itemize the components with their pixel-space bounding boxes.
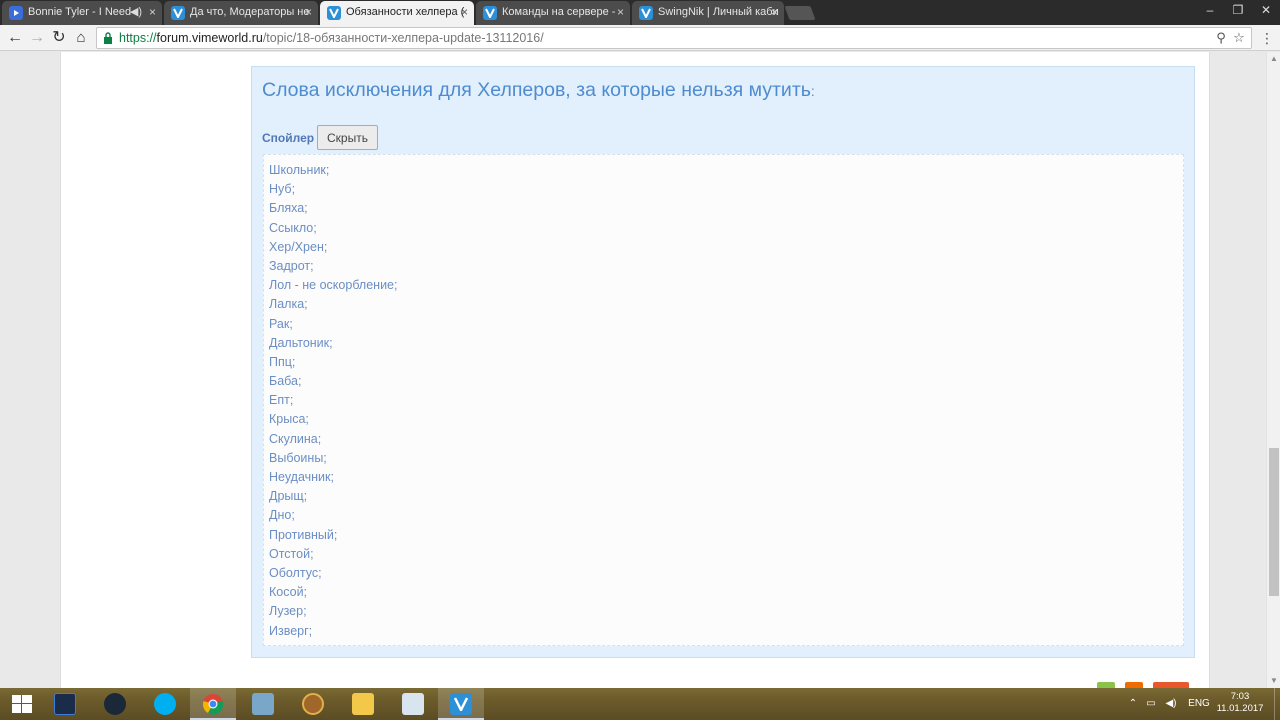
list-item: Дальтоник; xyxy=(269,335,333,350)
forward-arrow-icon[interactable]: → xyxy=(26,27,48,49)
clock-time: 7:03 xyxy=(1230,691,1250,702)
language-indicator[interactable]: ENG xyxy=(1186,688,1212,720)
vimeworld-icon xyxy=(483,6,497,20)
reload-icon[interactable]: ↻ xyxy=(48,27,70,49)
spoiler-label: Спойлер xyxy=(262,131,315,145)
scroll-down-icon[interactable]: ▼ xyxy=(1267,674,1280,688)
clock-date: 11.01.2017 xyxy=(1216,703,1264,714)
post-content-box: Слова исключения для Хелперов, за которы… xyxy=(251,66,1195,658)
hearthstone-icon[interactable] xyxy=(290,688,336,720)
close-icon[interactable]: × xyxy=(771,1,778,24)
back-arrow-icon[interactable]: ← xyxy=(4,27,26,49)
system-clock[interactable]: 7:03 11.01.2017 xyxy=(1214,691,1266,715)
spoiler-hide-button[interactable]: Скрыть xyxy=(317,125,378,150)
list-item: Школьник; xyxy=(269,163,330,177)
list-item: Лузер; xyxy=(269,604,307,619)
file-explorer-icon[interactable] xyxy=(340,688,386,720)
tab-title: SwingNik | Личный каби xyxy=(658,6,779,18)
list-item: Епт; xyxy=(269,393,294,408)
scrollbar-thumb[interactable] xyxy=(1269,448,1279,596)
new-tab-button[interactable] xyxy=(784,6,816,20)
browser-toolbar: ← → ↻ ⌂ https://forum.vimeworld.ru/topic… xyxy=(0,25,1280,51)
lock-icon xyxy=(104,32,112,44)
vimeworld-icon xyxy=(327,6,341,20)
list-item: Выбоины; xyxy=(269,450,327,465)
list-item: Скулина; xyxy=(269,431,322,446)
list-item: Изверг; xyxy=(269,623,313,638)
list-item: Баба; xyxy=(269,374,302,389)
vimeworld-icon xyxy=(171,6,185,20)
tab-title: Обязанности хелпера ( xyxy=(346,6,465,18)
tab-title: Команды на сервере - xyxy=(502,6,616,18)
list-item: Ппц; xyxy=(269,354,296,369)
address-bar[interactable]: https://forum.vimeworld.ru/topic/18-обяз… xyxy=(96,27,1252,49)
page-viewport: Слова исключения для Хелперов, за которы… xyxy=(0,52,1266,688)
list-item: Отстой; xyxy=(269,546,314,561)
battlenet-icon[interactable] xyxy=(42,688,88,720)
audio-icon[interactable]: ◀) xyxy=(130,1,142,24)
list-item: Крыса; xyxy=(269,412,309,427)
maximize-icon[interactable]: ❐ xyxy=(1224,0,1252,25)
window-close-icon[interactable]: ✕ xyxy=(1252,0,1280,25)
youtube-icon xyxy=(9,6,23,20)
skype-icon[interactable] xyxy=(142,688,188,720)
spoiler-content: Школьник; Нуб; Бляха; Ссыкло; Хер/Хрен; Задро… xyxy=(263,154,1184,646)
list-item: Рак; xyxy=(269,316,293,331)
close-icon[interactable]: × xyxy=(461,1,468,24)
tab-server-commands[interactable]: Команды на сервере - × xyxy=(476,1,630,25)
list-item: Нуб; xyxy=(269,182,296,197)
word-list: Школьник; Нуб; Бляха; Ссыкло; Хер/Хрен; Задро… xyxy=(269,161,1178,641)
list-item: Ссыкло; xyxy=(269,220,317,235)
tab-personal-cabinet[interactable]: SwingNik | Личный каби × xyxy=(632,1,784,25)
list-item: Косой; xyxy=(269,585,308,600)
list-item: Оболтус; xyxy=(269,565,322,580)
post-title: Слова исключения для Хелперов, за которы… xyxy=(262,79,815,101)
page-scrollbar[interactable]: ▲ ▼ xyxy=(1266,52,1280,688)
close-icon[interactable]: × xyxy=(305,1,312,24)
show-desktop-button[interactable] xyxy=(1274,688,1280,720)
list-item: Хер/Хрен; xyxy=(269,239,328,254)
tab-strip: Bonnie Tyler - I Need ◀) × Да что, Модер… xyxy=(0,0,1280,25)
forum-page: Слова исключения для Хелперов, за которы… xyxy=(60,52,1210,688)
url-text: https://forum.vimeworld.ru/topic/18-обяз… xyxy=(119,31,544,45)
close-icon[interactable]: × xyxy=(617,1,624,24)
control-panel-icon[interactable] xyxy=(240,688,286,720)
tab-title: Да что, Модераторы не xyxy=(190,6,310,18)
windows-taskbar: ⌃ ▭ ◀) ENG 7:03 11.01.2017 xyxy=(0,688,1280,720)
chrome-icon[interactable] xyxy=(190,688,236,720)
browser-menu-icon[interactable]: ⋮ xyxy=(1259,28,1275,48)
steam-icon[interactable] xyxy=(92,688,138,720)
list-item: Лалка; xyxy=(269,297,308,312)
network-icon[interactable]: ▭ xyxy=(1144,688,1158,720)
tab-title: Bonnie Tyler - I Need xyxy=(28,6,132,18)
close-icon[interactable]: × xyxy=(149,1,156,24)
vimeworld-icon[interactable] xyxy=(438,688,484,720)
tray-chevron-icon[interactable]: ⌃ xyxy=(1126,688,1140,720)
home-icon[interactable]: ⌂ xyxy=(70,27,92,49)
vimeworld-icon xyxy=(639,6,653,20)
tab-bonnie-tyler[interactable]: Bonnie Tyler - I Need ◀) × xyxy=(2,1,162,25)
list-item: Дрыщ; xyxy=(269,489,308,504)
list-item: Неудачник; xyxy=(269,470,334,484)
bookmark-star-icon[interactable]: ☆ xyxy=(1231,30,1247,46)
windows-start-icon[interactable] xyxy=(0,688,46,720)
list-item: Лол - не оскорбление; xyxy=(269,278,398,293)
minimize-icon[interactable]: – xyxy=(1196,0,1224,25)
list-item: Бляха; xyxy=(269,201,308,216)
tab-helper-duties[interactable]: Обязанности хелпера ( × xyxy=(320,1,474,25)
list-item: Задрот; xyxy=(269,258,314,273)
list-item: Дно; xyxy=(269,508,295,523)
list-item: Противный; xyxy=(269,527,338,542)
zoom-icon[interactable]: ⚲ xyxy=(1213,30,1229,46)
scroll-up-icon[interactable]: ▲ xyxy=(1267,52,1280,66)
volume-icon[interactable]: ◀) xyxy=(1164,688,1178,720)
tab-moderators[interactable]: Да что, Модераторы не × xyxy=(164,1,318,25)
paint-icon[interactable] xyxy=(390,688,436,720)
